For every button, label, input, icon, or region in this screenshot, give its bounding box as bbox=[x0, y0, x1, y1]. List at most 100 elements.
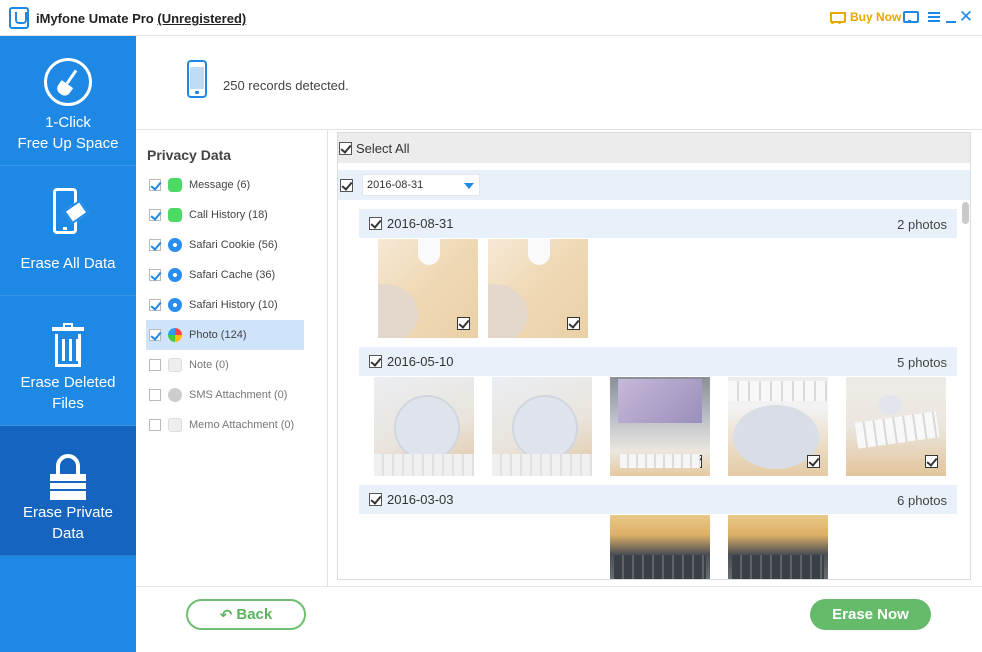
nav-label-line2: Free Up Space bbox=[17, 135, 119, 152]
nav-free-up-space[interactable]: 1-Click Free Up Space bbox=[0, 36, 136, 166]
photo-list: Select All 2016-08-31 2016-08-31 2 photo… bbox=[337, 132, 971, 580]
group-count: 5 photos bbox=[897, 355, 947, 370]
photo-group-header[interactable]: 2016-08-31 2 photos bbox=[359, 209, 957, 238]
category-label: Safari Cookie (56) bbox=[189, 239, 278, 251]
photo-thumbnail[interactable] bbox=[492, 377, 592, 476]
category-label: Safari Cache (36) bbox=[189, 269, 276, 281]
checkbox[interactable] bbox=[149, 269, 161, 281]
minimize-icon[interactable] bbox=[943, 9, 959, 25]
photo-icon bbox=[168, 328, 182, 342]
photo-checkbox[interactable] bbox=[457, 317, 470, 330]
phone-erase-icon bbox=[53, 188, 77, 234]
photo-thumbnail[interactable] bbox=[610, 515, 710, 579]
back-label: Back bbox=[236, 606, 273, 623]
checkbox[interactable] bbox=[149, 239, 161, 251]
category-label: SMS Attachment (0) bbox=[189, 389, 288, 401]
registration-link[interactable]: (Unregistered) bbox=[157, 11, 246, 26]
scrollbar-thumb[interactable] bbox=[962, 202, 969, 224]
category-label: Memo Attachment (0) bbox=[189, 419, 295, 431]
category-safari-cache[interactable]: Safari Cache (36) bbox=[146, 260, 304, 290]
category-label: Call History (18) bbox=[189, 209, 268, 221]
nav-label: Erase Private Data bbox=[0, 502, 136, 544]
select-all-row[interactable]: Select All bbox=[338, 133, 970, 163]
group-checkbox[interactable] bbox=[369, 217, 382, 230]
chevron-down-icon bbox=[464, 183, 474, 189]
app-name: iMyfone Umate Pro bbox=[36, 11, 154, 26]
photo-checkbox[interactable] bbox=[567, 317, 580, 330]
close-icon[interactable]: ✕ bbox=[958, 8, 974, 25]
group-checkbox[interactable] bbox=[369, 493, 382, 506]
nav-label-line2: Files bbox=[52, 395, 84, 412]
device-info-bar: 250 records detected. bbox=[136, 36, 982, 130]
photo-thumbnail[interactable] bbox=[378, 239, 478, 338]
category-label: Safari History (10) bbox=[189, 299, 278, 311]
erase-now-button[interactable]: Erase Now bbox=[810, 599, 931, 630]
nav-erase-private-data[interactable]: Erase Private Data bbox=[0, 426, 136, 556]
photo-checkbox[interactable] bbox=[689, 455, 702, 468]
nav-label-line1: Erase Deleted bbox=[20, 374, 116, 391]
select-all-checkbox[interactable] bbox=[339, 141, 352, 155]
sidebar: 1-Click Free Up Space Erase All Data Era… bbox=[0, 36, 136, 652]
buy-now-button[interactable]: Buy Now bbox=[828, 10, 901, 24]
checkbox[interactable] bbox=[149, 299, 161, 311]
safari-icon bbox=[168, 298, 182, 312]
photo-thumbnail[interactable] bbox=[610, 377, 710, 476]
nav-label-line1: 1-Click bbox=[45, 114, 91, 131]
app-logo-icon bbox=[9, 7, 29, 29]
safari-icon bbox=[168, 238, 182, 252]
privacy-data-panel: Privacy Data Message (6) Call History (1… bbox=[136, 130, 328, 586]
photo-thumbnail[interactable] bbox=[488, 239, 588, 338]
category-safari-cookie[interactable]: Safari Cookie (56) bbox=[146, 230, 304, 260]
checkbox[interactable] bbox=[149, 419, 161, 431]
group-checkbox[interactable] bbox=[369, 355, 382, 368]
photo-thumbnail[interactable] bbox=[728, 515, 828, 579]
feedback-icon[interactable] bbox=[902, 9, 919, 25]
category-photo[interactable]: Photo (124) bbox=[146, 320, 304, 350]
photo-checkbox[interactable] bbox=[453, 455, 466, 468]
checkbox[interactable] bbox=[149, 329, 161, 341]
nav-erase-all-data[interactable]: Erase All Data bbox=[0, 166, 136, 296]
category-message[interactable]: Message (6) bbox=[146, 170, 304, 200]
category-safari-history[interactable]: Safari History (10) bbox=[146, 290, 304, 320]
photo-group-header[interactable]: 2016-03-03 6 photos bbox=[359, 485, 957, 514]
photo-thumbnail[interactable] bbox=[846, 377, 946, 476]
bottom-bar: ↶ Back Erase Now bbox=[136, 586, 982, 652]
select-all-label: Select All bbox=[356, 140, 410, 156]
nav-label-line2: Data bbox=[52, 525, 84, 542]
scrollbar[interactable] bbox=[962, 201, 970, 579]
photo-checkbox[interactable] bbox=[571, 455, 584, 468]
menu-icon[interactable] bbox=[926, 9, 942, 25]
trash-icon bbox=[52, 323, 84, 367]
checkbox[interactable] bbox=[149, 179, 161, 191]
records-detected: 250 records detected. bbox=[223, 78, 349, 93]
category-sms-attachment[interactable]: SMS Attachment (0) bbox=[146, 380, 304, 410]
category-label: Note (0) bbox=[189, 359, 229, 371]
category-label: Message (6) bbox=[189, 179, 251, 191]
photo-checkbox[interactable] bbox=[925, 455, 938, 468]
note-icon bbox=[168, 358, 182, 372]
date-filter-checkbox[interactable] bbox=[340, 178, 353, 192]
erase-now-label: Erase Now bbox=[832, 606, 909, 623]
nav-label: Erase Deleted Files bbox=[0, 372, 136, 414]
photo-checkbox[interactable] bbox=[807, 455, 820, 468]
phone-icon bbox=[168, 208, 182, 222]
category-note[interactable]: Note (0) bbox=[146, 350, 304, 380]
photo-thumbnail[interactable] bbox=[374, 377, 474, 476]
checkbox[interactable] bbox=[149, 389, 161, 401]
buy-now-label: Buy Now bbox=[850, 10, 902, 24]
checkbox[interactable] bbox=[149, 359, 161, 371]
date-filter-dropdown[interactable]: 2016-08-31 bbox=[362, 174, 480, 196]
group-count: 6 photos bbox=[897, 493, 947, 508]
back-button[interactable]: ↶ Back bbox=[186, 599, 306, 630]
nav-erase-deleted-files[interactable]: Erase Deleted Files bbox=[0, 296, 136, 426]
category-call-history[interactable]: Call History (18) bbox=[146, 200, 304, 230]
group-date: 2016-08-31 bbox=[387, 216, 454, 231]
nav-label: Erase All Data bbox=[0, 253, 136, 274]
photo-group-header[interactable]: 2016-05-10 5 photos bbox=[359, 347, 957, 376]
nav-label: 1-Click Free Up Space bbox=[0, 112, 136, 154]
photo-thumbnail[interactable] bbox=[728, 377, 828, 476]
category-memo-attachment[interactable]: Memo Attachment (0) bbox=[146, 410, 304, 440]
window-title: iMyfone Umate Pro (Unregistered) bbox=[36, 11, 246, 26]
title-bar: iMyfone Umate Pro (Unregistered) Buy Now… bbox=[0, 0, 982, 36]
checkbox[interactable] bbox=[149, 209, 161, 221]
